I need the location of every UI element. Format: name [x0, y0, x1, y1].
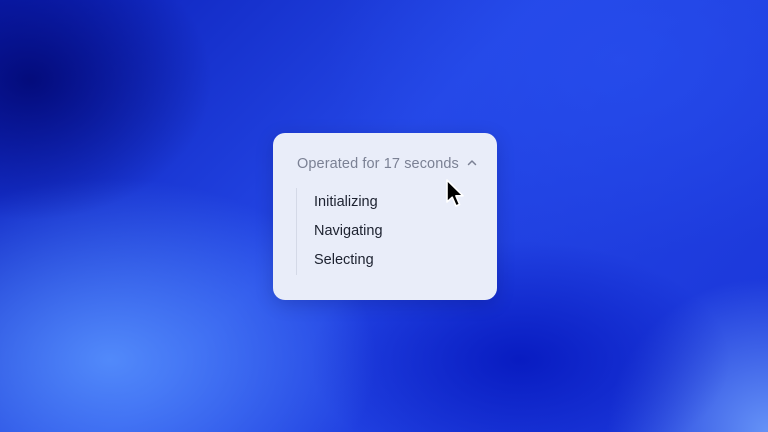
- step-item-selecting: Selecting: [314, 252, 374, 268]
- mouse-pointer-icon: [445, 178, 467, 210]
- step-item-navigating: Navigating: [314, 223, 383, 239]
- chevron-up-icon[interactable]: [466, 157, 478, 169]
- operation-toggle[interactable]: Operated for 17 seconds: [297, 156, 478, 172]
- step-item-initializing: Initializing: [314, 194, 378, 210]
- operation-summary-card: Operated for 17 seconds Initializing Nav…: [273, 133, 497, 300]
- operation-duration-label: Operated for 17 seconds: [297, 156, 459, 172]
